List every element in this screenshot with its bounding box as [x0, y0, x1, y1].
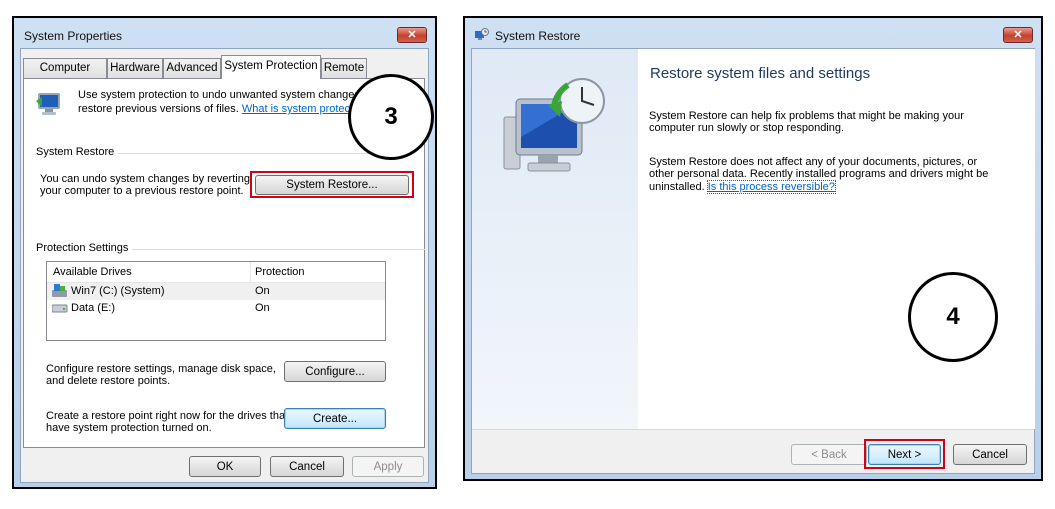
system-restore-small-icon	[475, 28, 489, 42]
tab-remote[interactable]: Remote	[321, 58, 367, 78]
step-3-marker: 3	[348, 74, 434, 160]
restore-description-line2: your computer to a previous restore poin…	[40, 185, 244, 197]
cancel-button[interactable]: Cancel	[270, 456, 344, 477]
wizard-content-pane: Restore system files and settings System…	[638, 49, 1035, 429]
tab-label: System Protection	[224, 60, 318, 72]
para2-line2: other personal data. Recently installed …	[649, 168, 989, 180]
tab-advanced[interactable]: Advanced	[163, 58, 221, 78]
drive-icon	[51, 303, 68, 313]
system-restore-button[interactable]: System Restore...	[255, 175, 409, 195]
column-divider	[250, 262, 251, 282]
protection-settings-group-title: Protection Settings	[36, 242, 133, 254]
para1-line1: System Restore can help fix problems tha…	[649, 110, 964, 122]
system-protection-icon	[34, 87, 66, 119]
system-restore-illustration-icon	[502, 77, 612, 177]
is-process-reversible-link[interactable]: Is this process reversible?	[706, 180, 836, 194]
para2-line1: System Restore does not affect any of yo…	[649, 156, 978, 168]
wizard-heading: Restore system files and settings	[650, 65, 871, 82]
drive-protection-status: On	[255, 302, 270, 314]
tab-system-protection[interactable]: System Protection	[221, 55, 321, 79]
column-header-protection[interactable]: Protection	[255, 266, 305, 278]
create-description-line1: Create a restore point right now for the…	[46, 410, 289, 422]
system-restore-window: System Restore ✕ Restore system files an…	[463, 16, 1043, 481]
configure-description-line1: Configure restore settings, manage disk …	[46, 363, 276, 375]
intro-text-line1: Use system protection to undo unwanted s…	[78, 89, 360, 101]
tab-hardware[interactable]: Hardware	[107, 58, 163, 78]
drive-protection-status: On	[255, 285, 270, 297]
what-is-system-protection-link[interactable]: What is system protectio	[242, 103, 362, 115]
table-row[interactable]: Data (E:) On	[47, 300, 385, 317]
drive-name: Win7 (C:) (System)	[71, 285, 165, 297]
wizard-client-area: Restore system files and settings System…	[471, 48, 1035, 474]
window-title: System Restore	[495, 29, 581, 43]
close-button[interactable]: ✕	[397, 27, 427, 43]
button-bar-separator	[472, 429, 1034, 430]
apply-button[interactable]: Apply	[352, 456, 424, 477]
intro-text-line2: restore previous versions of files. What…	[78, 103, 362, 115]
tab-label: Remote	[323, 62, 365, 74]
next-button[interactable]: Next >	[868, 444, 941, 465]
create-button[interactable]: Create...	[284, 408, 386, 429]
para2-line3-prefix: uninstalled.	[649, 181, 705, 193]
ok-button[interactable]: OK	[189, 456, 261, 477]
tab-label: Advanced	[166, 62, 218, 74]
step-4-marker: 4	[908, 272, 998, 362]
title-bar[interactable]: System Properties ✕	[20, 24, 429, 46]
tab-computer-name[interactable]: Computer Name	[23, 58, 107, 92]
configure-description-line2: and delete restore points.	[46, 375, 171, 387]
system-drive-icon	[52, 284, 68, 298]
restore-description-line1: You can undo system changes by reverting	[40, 173, 250, 185]
title-bar[interactable]: System Restore ✕	[471, 24, 1035, 46]
window-title: System Properties	[24, 29, 123, 43]
create-description-line2: have system protection turned on.	[46, 422, 212, 434]
cancel-button[interactable]: Cancel	[953, 444, 1027, 465]
back-button[interactable]: < Back	[791, 444, 867, 465]
list-header: Available Drives Protection	[47, 262, 385, 283]
system-restore-group-title: System Restore	[36, 146, 119, 158]
wizard-side-pane	[472, 49, 638, 429]
column-header-drives[interactable]: Available Drives	[53, 266, 132, 278]
close-button[interactable]: ✕	[1003, 27, 1033, 43]
para2-line3: uninstalled. Is this process reversible?	[649, 180, 836, 194]
available-drives-list[interactable]: Available Drives Protection Win7 (C:) (S…	[46, 261, 386, 341]
tab-label: Hardware	[110, 62, 160, 74]
para1-line2: computer run slowly or stop responding.	[649, 122, 845, 134]
configure-button[interactable]: Configure...	[284, 361, 386, 382]
table-row[interactable]: Win7 (C:) (System) On	[47, 283, 385, 300]
intro-text-prefix: restore previous versions of files.	[78, 103, 239, 115]
drive-name: Data (E:)	[71, 302, 116, 314]
